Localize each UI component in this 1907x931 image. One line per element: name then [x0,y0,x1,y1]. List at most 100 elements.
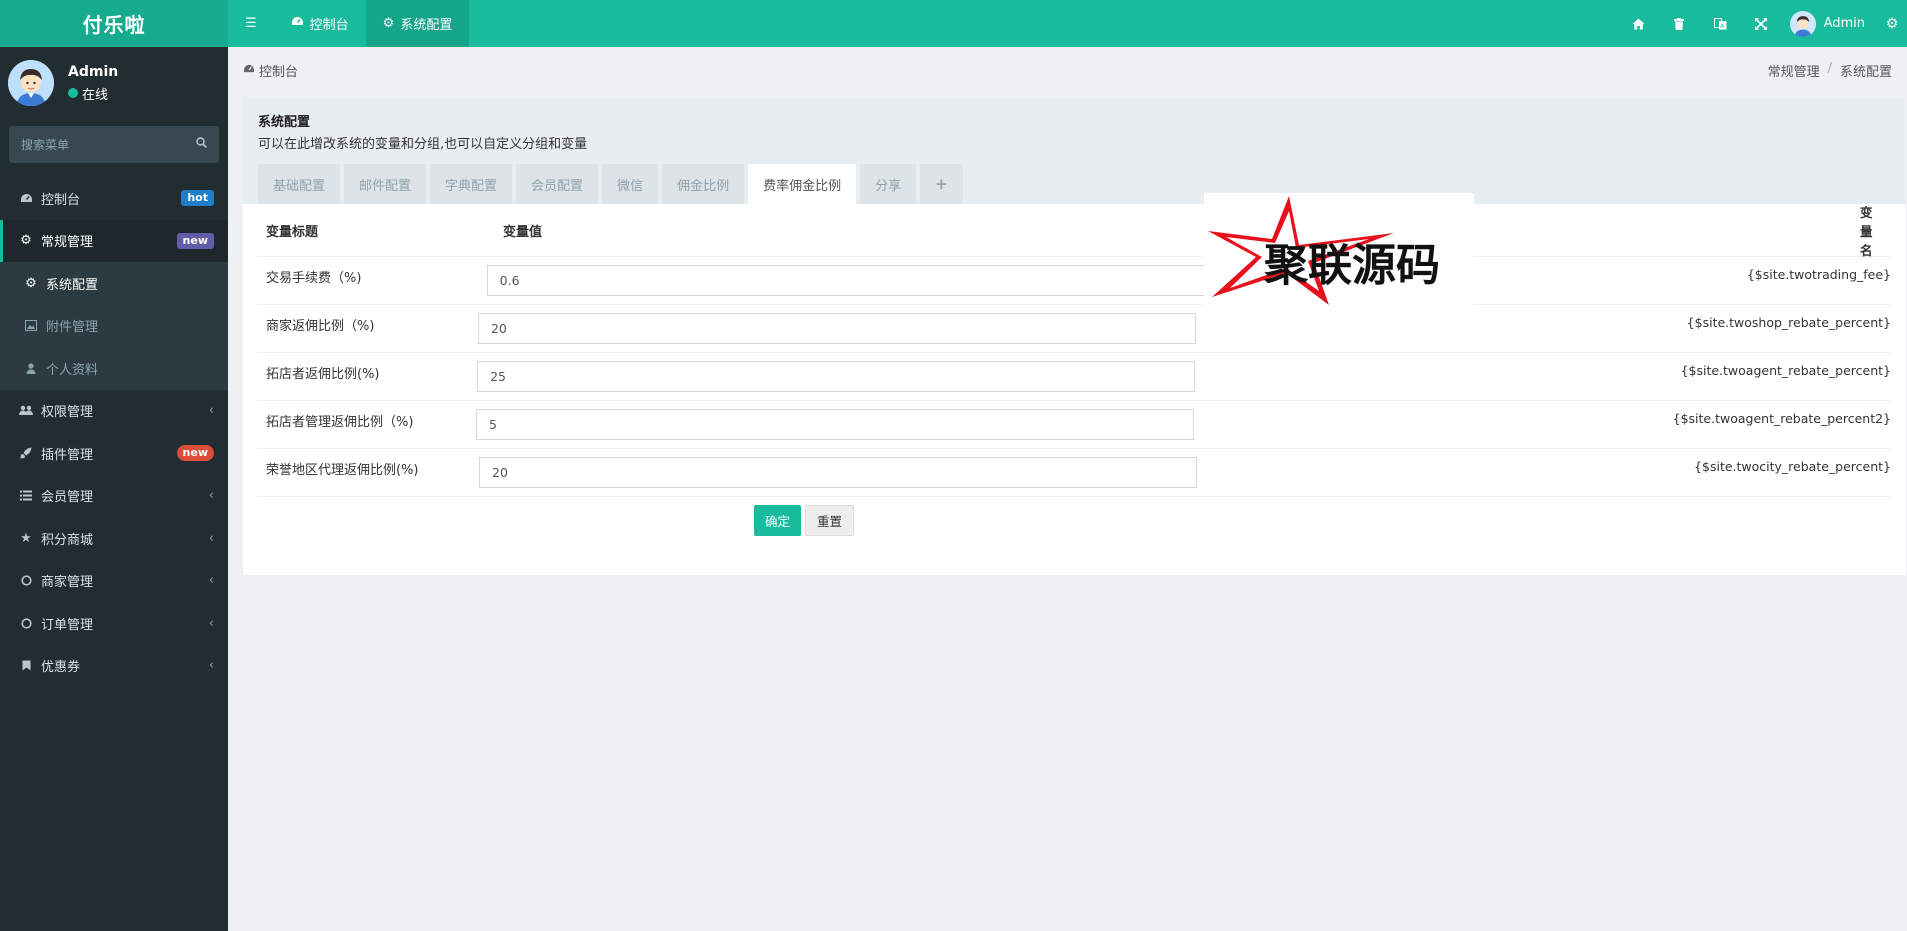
variable-value-input[interactable] [475,409,1194,440]
config-table: 变量标题 变量值 变量名 交易手续费（%) {$site.twotrading_… [258,204,1891,497]
top-tab-system-config[interactable]: ⚙ 系统配置 [365,0,470,47]
top-navbar: 付乐啦 ☰ 控制台 ⚙ 系统配置 A Admin ⚙ [0,0,1907,47]
sidebar-item-label: 订单管理 [41,617,94,633]
tab-fee-commission[interactable]: 费率佣金比例 [748,164,857,204]
breadcrumb-label: 控制台 [259,64,299,80]
sidebar-item-permissions[interactable]: 权限管理 ‹ [0,390,228,433]
sidebar-item-profile[interactable]: 个人资料 [0,347,228,390]
sidebar-item-members[interactable]: 会员管理 ‹ [0,475,228,518]
table-row: 拓店者管理返佣比例（%) {$site.twoagent_rebate_perc… [258,400,1891,448]
sidebar-item-label: 个人资料 [46,362,99,378]
user-status-label: 在线 [82,87,109,103]
fullscreen-icon[interactable] [1741,0,1782,47]
submit-button[interactable]: 确定 [754,505,802,536]
bookmark-icon [19,660,33,671]
home-icon[interactable] [1618,0,1659,47]
app-logo[interactable]: 付乐啦 [0,0,228,47]
sidebar-item-plugins[interactable]: 插件管理 new [0,432,228,475]
language-icon[interactable]: A [1700,0,1741,47]
star-icon: ★ [20,530,32,546]
config-panel: 系统配置 可以在此增改系统的变量和分组,也可以自定义分组和变量 基础配置 邮件配… [243,97,1906,575]
sidebar-item-general[interactable]: ⚙ 常规管理 new [0,219,228,262]
sidebar-item-label: 系统配置 [46,277,99,293]
tab-email[interactable]: 邮件配置 [344,164,427,204]
new-badge: new [176,445,214,462]
column-header: 变量标题 [266,224,319,240]
dashboard-icon [243,63,255,78]
breadcrumb-current: 系统配置 [1839,64,1892,80]
add-tab-button[interactable]: + [920,164,963,204]
image-icon [24,320,38,332]
search-input[interactable] [21,137,171,152]
chevron-left-icon: ‹ [208,658,214,674]
sidebar-item-orders[interactable]: 订单管理 ‹ [0,602,228,645]
chevron-left-icon: ‹ [208,488,214,504]
circle-icon [19,618,33,629]
variable-value-input[interactable] [477,361,1196,392]
hamburger-icon: ☰ [245,16,257,31]
variable-value-input[interactable] [486,265,1205,296]
dashboard-icon [19,193,33,204]
reset-button[interactable]: 重置 [805,505,855,536]
sidebar-item-label: 会员管理 [41,490,94,506]
sidebar-item-label: 优惠券 [41,660,81,676]
tab-commission[interactable]: 佣金比例 [662,164,745,204]
sidebar-item-attachments[interactable]: 附件管理 [0,304,228,347]
variable-name: {$site.twotrading_fee} [1746,267,1891,282]
table-row: 荣誉地区代理返佣比例(%) {$site.twocity_rebate_perc… [258,448,1891,497]
variable-title: 拓店者管理返佣比例（%) [266,415,414,430]
sidebar-item-label: 常规管理 [41,235,94,251]
sidebar-item-points-mall[interactable]: ★ 积分商城 ‹ [0,517,228,560]
table-header: 变量标题 变量值 变量名 [258,204,1891,258]
top-tab-dashboard[interactable]: 控制台 [274,0,366,47]
sidebar-item-label: 积分商城 [41,532,94,548]
table-row: 交易手续费（%) {$site.twotrading_fee} [258,256,1891,304]
sidebar: Admin 在线 控制台 hot ⚙ 常规管理 new ⚙ 系统配置 附件管理 [0,47,228,931]
top-tab-label: 控制台 [309,18,349,33]
breadcrumb-separator: / [1827,60,1832,76]
watermark-text: 聚联源码 [1263,240,1440,291]
variable-value-input[interactable] [479,457,1198,488]
variable-title: 荣誉地区代理返佣比例(%) [266,463,419,478]
sidebar-item-label: 商家管理 [41,575,94,591]
sidebar-item-merchants[interactable]: 商家管理 ‹ [0,560,228,603]
sidebar-toggle-button[interactable]: ☰ [228,0,274,47]
config-tabs: 基础配置 邮件配置 字典配置 会员配置 微信 佣金比例 费率佣金比例 分享 + [258,164,963,204]
tab-member[interactable]: 会员配置 [516,164,599,204]
cogs-icon[interactable]: ⚙ [1877,0,1907,47]
tab-share[interactable]: 分享 [860,164,917,204]
column-header: 变量名 [1860,204,1873,258]
sidebar-user-name: Admin [68,63,119,80]
breadcrumb-home[interactable]: 控制台 [243,61,298,80]
trash-icon[interactable] [1659,0,1700,47]
chevron-left-icon: ‹ [208,573,214,589]
sidebar-item-label: 权限管理 [41,405,94,421]
avatar [8,60,54,106]
panel-description: 可以在此增改系统的变量和分组,也可以自定义分组和变量 [258,137,588,152]
chevron-left-icon: ‹ [208,530,214,546]
tab-basic[interactable]: 基础配置 [258,164,341,204]
hot-badge: hot [181,190,214,207]
search-icon[interactable] [196,137,208,152]
user-panel: Admin 在线 [0,47,228,119]
variable-title: 拓店者返佣比例(%) [266,367,380,382]
breadcrumb-link[interactable]: 常规管理 [1768,61,1820,80]
variable-name: {$site.twocity_rebate_percent} [1694,459,1891,474]
form-actions: 确定 重置 [754,505,1906,536]
tab-wechat[interactable]: 微信 [602,164,659,204]
top-tab-label: 系统配置 [400,18,453,33]
sidebar-search [9,126,219,163]
user-menu[interactable]: Admin [1782,10,1877,37]
tab-dictionary[interactable]: 字典配置 [430,164,513,204]
sidebar-item-system-config[interactable]: ⚙ 系统配置 [0,262,228,305]
variable-name: {$site.twoagent_rebate_percent} [1680,363,1891,378]
breadcrumb-trail: 常规管理 / 系统配置 [1768,61,1892,80]
gear-icon: ⚙ [25,275,37,291]
variable-name: {$site.twoshop_rebate_percent} [1686,315,1891,330]
sidebar-item-dashboard[interactable]: 控制台 hot [0,177,228,220]
variable-value-input[interactable] [477,313,1196,344]
rocket-icon [19,447,33,459]
sidebar-item-coupons[interactable]: 优惠券 ‹ [0,645,228,688]
users-icon [19,405,33,416]
online-dot-icon [68,88,78,98]
